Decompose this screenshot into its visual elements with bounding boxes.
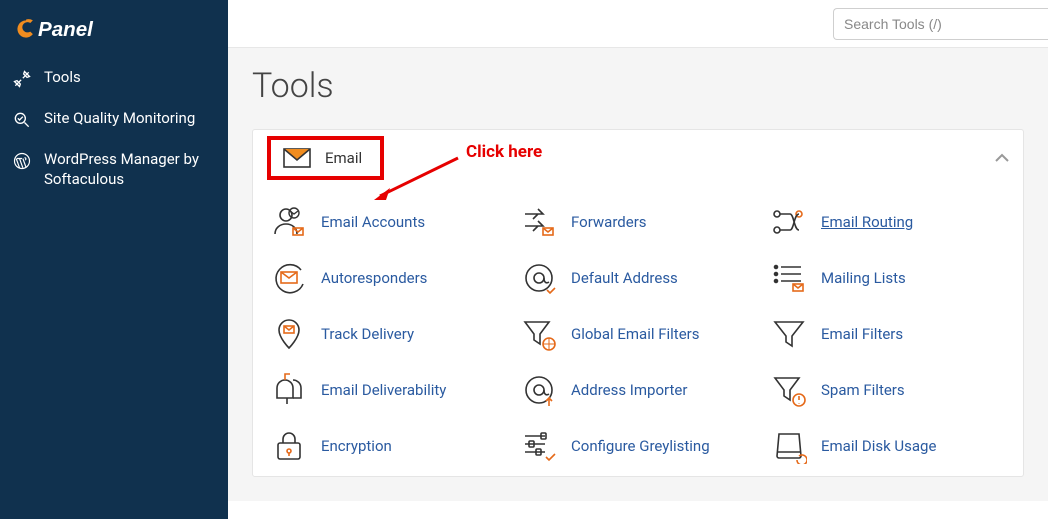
funnel-globe-icon xyxy=(521,316,557,352)
annotation-text: Click here xyxy=(466,142,542,162)
tool-label: Address Importer xyxy=(571,381,687,399)
tool-label: Configure Greylisting xyxy=(571,437,710,455)
tool-label: Email Accounts xyxy=(321,213,425,231)
main-content: Tools Email xyxy=(228,0,1048,519)
forward-arrows-icon xyxy=(521,204,557,240)
wrench-icon xyxy=(12,69,32,89)
tool-spam-filters[interactable]: Spam Filters xyxy=(771,372,1021,408)
tool-label: Default Address xyxy=(571,269,678,287)
tool-global-email-filters[interactable]: Global Email Filters xyxy=(521,316,771,352)
tool-encryption[interactable]: Encryption xyxy=(271,428,521,464)
lock-icon xyxy=(271,428,307,464)
email-panel: Email Click here xyxy=(252,129,1024,477)
sidebar-item-tools[interactable]: Tools xyxy=(0,58,228,99)
sidebar-item-site-quality[interactable]: Site Quality Monitoring xyxy=(0,99,228,140)
tool-autoresponders[interactable]: Autoresponders xyxy=(271,260,521,296)
tool-label: Email Filters xyxy=(821,325,903,343)
tool-label: Encryption xyxy=(321,437,392,455)
reply-mail-icon xyxy=(271,260,307,296)
tool-forwarders[interactable]: Forwarders xyxy=(521,204,771,240)
search-wrap xyxy=(833,8,1048,40)
sidebar-item-label: Tools xyxy=(44,68,214,88)
at-import-icon xyxy=(521,372,557,408)
tool-email-accounts[interactable]: Email Accounts xyxy=(271,204,521,240)
mailbox-icon xyxy=(271,372,307,408)
tool-configure-greylisting[interactable]: Configure Greylisting xyxy=(521,428,771,464)
tool-label: Autoresponders xyxy=(321,269,427,287)
list-mail-icon xyxy=(771,260,807,296)
funnel-warning-icon xyxy=(771,372,807,408)
tool-address-importer[interactable]: Address Importer xyxy=(521,372,771,408)
cpanel-logo-icon: Panel xyxy=(14,11,134,47)
tool-label: Spam Filters xyxy=(821,381,905,399)
panel-header-highlight: Email xyxy=(267,136,384,180)
sidebar: Panel Tools Site Quality Monitorin xyxy=(0,0,228,519)
tool-label: Email Routing xyxy=(821,213,913,231)
tool-label: Mailing Lists xyxy=(821,269,906,287)
page-header: Tools xyxy=(228,48,1048,129)
tool-email-filters[interactable]: Email Filters xyxy=(771,316,1021,352)
sliders-check-icon xyxy=(521,428,557,464)
tool-email-routing[interactable]: Email Routing xyxy=(771,204,1021,240)
annotation-click-here: Click here xyxy=(466,142,542,162)
tool-grid: Email Accounts Forwarders xyxy=(253,186,1023,464)
arrow-icon xyxy=(372,154,462,202)
disk-usage-icon xyxy=(771,428,807,464)
topbar xyxy=(228,0,1048,48)
page-title: Tools xyxy=(252,66,1024,106)
tool-default-address[interactable]: Default Address xyxy=(521,260,771,296)
wordpress-icon xyxy=(12,151,32,171)
user-mail-icon xyxy=(271,204,307,240)
chevron-up-icon[interactable] xyxy=(993,149,1011,167)
svg-text:Panel: Panel xyxy=(38,18,94,41)
tool-label: Forwarders xyxy=(571,213,647,231)
envelope-icon xyxy=(283,148,311,168)
magnifier-check-icon xyxy=(12,110,32,130)
brand-logo[interactable]: Panel xyxy=(0,0,228,58)
tool-mailing-lists[interactable]: Mailing Lists xyxy=(771,260,1021,296)
tool-label: Track Delivery xyxy=(321,325,414,343)
tool-email-disk-usage[interactable]: Email Disk Usage xyxy=(771,428,1021,464)
search-input[interactable] xyxy=(833,8,1048,40)
tool-label: Email Disk Usage xyxy=(821,437,936,455)
tool-email-deliverability[interactable]: Email Deliverability xyxy=(271,372,521,408)
panel-title: Email xyxy=(325,149,362,167)
pin-mail-icon xyxy=(271,316,307,352)
sidebar-item-wordpress[interactable]: WordPress Manager by Softaculous xyxy=(0,140,228,199)
tool-label: Global Email Filters xyxy=(571,325,700,343)
sidebar-item-label: Site Quality Monitoring xyxy=(44,109,214,129)
sidebar-item-label: WordPress Manager by Softaculous xyxy=(44,150,214,189)
routing-icon xyxy=(771,204,807,240)
panel-header[interactable]: Email Click here xyxy=(253,130,1023,186)
at-icon xyxy=(521,260,557,296)
tool-track-delivery[interactable]: Track Delivery xyxy=(271,316,521,352)
tool-label: Email Deliverability xyxy=(321,381,446,399)
funnel-icon xyxy=(771,316,807,352)
